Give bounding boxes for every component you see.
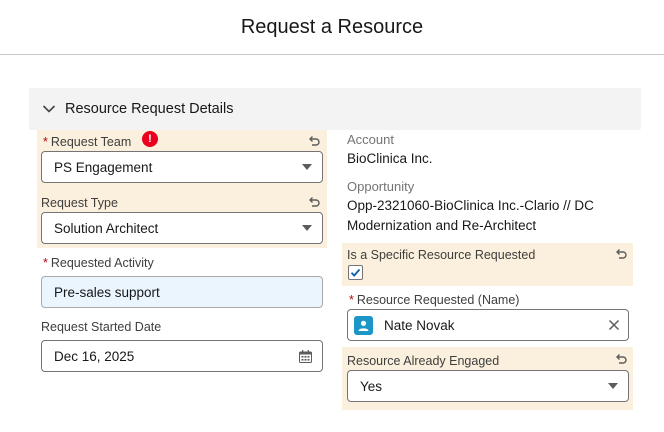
request-started-date-label: Request Started Date (41, 320, 162, 334)
required-indicator: * (349, 293, 354, 307)
request-started-date-value: Dec 16, 2025 (54, 348, 135, 364)
checkmark-icon (350, 268, 361, 277)
calendar-icon[interactable] (299, 350, 312, 363)
caret-down-icon (302, 225, 312, 231)
already-engaged-value: Yes (360, 378, 383, 394)
already-engaged-label: Resource Already Engaged (347, 354, 500, 368)
requested-activity-input[interactable]: Pre-sales support (41, 276, 323, 308)
close-icon[interactable] (608, 319, 620, 331)
request-type-select[interactable]: Solution Architect (41, 212, 323, 244)
specific-resource-label: Is a Specific Resource Requested (347, 248, 536, 262)
requested-activity-label: * Requested Activity (43, 256, 154, 270)
opportunity-label: Opportunity (347, 179, 415, 194)
caret-down-icon (608, 383, 618, 389)
opportunity-value-line1: Opp-2321060-BioClinica Inc.-Clario // DC (347, 198, 594, 213)
request-type-value: Solution Architect (54, 220, 159, 236)
specific-resource-checkbox[interactable] (348, 265, 363, 280)
required-indicator: * (43, 256, 48, 270)
request-team-label: * Request Team (43, 135, 132, 149)
modal-title: Request a Resource (240, 15, 424, 38)
undo-icon[interactable] (614, 247, 628, 261)
opportunity-value-line2: Modernization and Re-Architect (347, 218, 537, 233)
request-started-date-input[interactable]: Dec 16, 2025 (41, 340, 323, 372)
resource-requested-label: * Resource Requested (Name) (349, 293, 520, 307)
chevron-down-icon[interactable] (41, 101, 57, 117)
undo-icon[interactable] (614, 352, 628, 366)
account-label: Account (347, 132, 394, 147)
request-type-label: Request Type (41, 196, 118, 210)
caret-down-icon (302, 164, 312, 170)
resource-requested-lookup[interactable]: Nate Novak (347, 309, 629, 341)
already-engaged-select[interactable]: Yes (347, 370, 629, 402)
required-indicator: * (43, 135, 48, 149)
section-title: Resource Request Details (65, 101, 234, 117)
undo-icon[interactable] (307, 134, 321, 148)
modal-header: Request a Resource (0, 0, 664, 55)
section-header[interactable]: Resource Request Details (29, 88, 641, 130)
requested-activity-value: Pre-sales support (54, 284, 160, 300)
error-icon: ! (142, 131, 158, 147)
user-icon (354, 316, 373, 335)
account-value: BioClinica Inc. (347, 151, 433, 166)
undo-icon[interactable] (307, 195, 321, 209)
resource-requested-value: Nate Novak (384, 317, 455, 333)
request-team-value: PS Engagement (54, 159, 153, 175)
request-team-select[interactable]: PS Engagement (41, 151, 323, 183)
